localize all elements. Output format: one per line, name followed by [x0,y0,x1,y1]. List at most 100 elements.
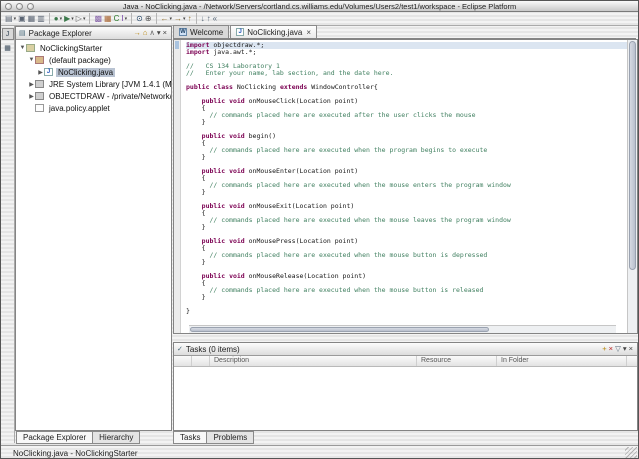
view-tab-package-explorer[interactable]: Package Explorer [16,431,93,444]
package-explorer-title: Package Explorer [29,29,133,38]
package-explorer-header[interactable]: ▤ Package Explorer →⌂∧▾× [16,27,171,40]
debug-icon[interactable]: ●▾ [53,13,63,25]
view-tab-tasks[interactable]: Tasks [173,431,207,444]
code-line[interactable]: // commands placed here are executed whe… [186,182,627,189]
close-window-button[interactable] [5,3,12,10]
code-line[interactable]: // commands placed here are executed whe… [186,147,627,154]
forward-icon[interactable]: → [132,27,142,39]
package-explorer-panel: ▤ Package Explorer →⌂∧▾× ▼NoClickingStar… [15,26,172,431]
open-type-icon[interactable]: ⊙ [135,13,144,25]
external-tools-icon[interactable]: ▷▾ [75,13,87,25]
code-line[interactable] [186,301,627,308]
code-line[interactable]: } [186,259,627,266]
editor-marker-bar[interactable] [174,40,181,333]
code-line[interactable]: public void onMouseClick(Location point) [186,98,627,105]
new-wizard-dropdown-icon[interactable]: ▾ [14,16,17,22]
external-tools-dropdown-icon[interactable]: ▾ [83,16,86,22]
up-icon[interactable]: ↑ [187,13,193,25]
print-icon[interactable]: ▥ [36,13,46,25]
code-line[interactable]: } [186,224,627,231]
code-line[interactable]: } [186,294,627,301]
new-interface-icon[interactable]: I▾ [120,13,128,25]
code-line[interactable]: // commands placed here are executed whe… [186,252,627,259]
code-line[interactable]: } [186,308,627,315]
search-icon[interactable]: ⊕ [144,13,153,25]
run-icon[interactable]: ▶▾ [63,13,75,25]
forward-icon[interactable]: →▾ [173,13,187,25]
tree-expand-closed-icon[interactable]: ▶ [28,81,35,88]
tree-expand-open-icon[interactable]: ▼ [19,45,26,51]
code-line[interactable]: } [186,119,627,126]
debug-dropdown-icon[interactable]: ▾ [60,16,63,22]
tree-item-default-package[interactable]: ▼(default package) [16,54,171,66]
resource-perspective-icon[interactable]: ▦ [2,42,14,54]
minimize-window-button[interactable] [16,3,23,10]
new-package-icon[interactable]: ▦ [103,13,113,25]
tasks-column-marker-1[interactable] [192,356,210,366]
tree-item-label: JRE System Library [JVM 1.4.1 (MacOS [47,80,171,89]
editor-tab-noclicking-java[interactable]: JNoClicking.java× [230,25,317,38]
tasks-toolbar: +×▽▾× [601,343,634,355]
code-editor[interactable]: import objectdraw.*;import java.awt.*; /… [181,40,627,333]
view-tab-hierarchy[interactable]: Hierarchy [92,431,140,444]
tree-item-noclicking-java[interactable]: ▶JNoClicking.java [16,66,171,78]
tree-item-noclickingstarter[interactable]: ▼NoClickingStarter [16,42,171,54]
tasks-header[interactable]: ✓ Tasks (0 items) +×▽▾× [174,343,637,356]
tasks-column-in-folder[interactable]: In Folder [497,356,627,366]
code-line[interactable]: import java.awt.*; [186,49,627,56]
editor-vscroll-thumb[interactable] [629,41,636,270]
forward-dropdown-icon[interactable]: ▾ [183,16,186,22]
tree-expand-closed-icon[interactable]: ▶ [37,69,44,76]
tree-expand-open-icon[interactable]: ▼ [28,57,35,63]
code-line[interactable]: public class NoClicking extends WindowCo… [186,84,627,91]
back-dropdown-icon[interactable]: ▾ [170,16,173,22]
tasks-column-description[interactable]: Description [210,356,417,366]
file-icon [35,104,44,112]
code-area: import objectdraw.*;import java.awt.*; /… [186,42,627,315]
save-icon[interactable]: ▣ [17,13,27,25]
code-line[interactable]: // commands placed here are executed whe… [186,287,627,294]
jfile-icon: J [236,28,244,36]
tree-item-java-policy-applet[interactable]: java.policy.applet [16,102,171,114]
new-interface-dropdown-icon[interactable]: ▾ [125,16,128,22]
tasks-column-marker-0[interactable] [174,356,192,366]
run-dropdown-icon[interactable]: ▾ [71,16,74,22]
tasks-table-body[interactable] [174,367,637,430]
last-edit-location-icon[interactable]: « [212,13,218,25]
code-line[interactable]: // Enter your name, lab section, and the… [186,70,627,77]
tasks-column-resource[interactable]: Resource [417,356,497,366]
close-view-icon[interactable]: × [162,27,168,39]
code-line[interactable]: public void onMouseRelease(Location poin… [186,273,627,280]
tree-item-objectdraw-private-network-ser[interactable]: ▶OBJECTDRAW - /private/Network/Ser [16,90,171,102]
code-line[interactable]: public void onMouseExit(Location point) [186,203,627,210]
tasks-title: Tasks (0 items) [186,345,601,354]
code-line[interactable]: } [186,189,627,196]
save-all-icon[interactable]: ▦ [27,13,37,25]
title-bar[interactable]: Java - NoClicking.java - /Network/Server… [1,1,638,12]
new-wizard-icon[interactable]: ▤▾ [4,13,17,25]
editor-hscrollbar[interactable] [189,325,616,333]
code-line[interactable]: public void begin() [186,133,627,140]
editor-tab-welcome[interactable]: WWelcome [173,25,229,38]
code-line[interactable]: } [186,154,627,161]
filter-icon[interactable]: ▽ [614,343,622,355]
new-class-icon[interactable]: C [113,13,121,25]
range-indicator [175,41,179,49]
java-perspective-icon[interactable]: J [2,28,14,40]
tree-item-jre-system-library-jvm-1-4-1-macos[interactable]: ▶ JRE System Library [JVM 1.4.1 (MacOS [16,78,171,90]
code-line[interactable]: public void onMousePress(Location point) [186,238,627,245]
back-icon[interactable]: ←▾ [160,13,174,25]
editor-vscrollbar[interactable] [627,40,637,333]
tree-expand-closed-icon[interactable]: ▶ [28,93,35,100]
close-view-icon[interactable]: × [628,343,634,355]
editor-hscroll-thumb[interactable] [190,327,489,332]
code-line[interactable]: public void onMouseEnter(Location point) [186,168,627,175]
zoom-window-button[interactable] [27,3,34,10]
collapse-all-icon[interactable]: ∧ [148,27,156,39]
close-tab-icon[interactable]: × [306,28,311,37]
code-line[interactable]: // commands placed here are executed aft… [186,112,627,119]
new-java-project-icon[interactable]: ▩ [93,13,103,25]
code-line[interactable]: // commands placed here are executed whe… [186,217,627,224]
view-tab-problems[interactable]: Problems [206,431,254,444]
resize-grip-icon[interactable] [625,447,637,459]
